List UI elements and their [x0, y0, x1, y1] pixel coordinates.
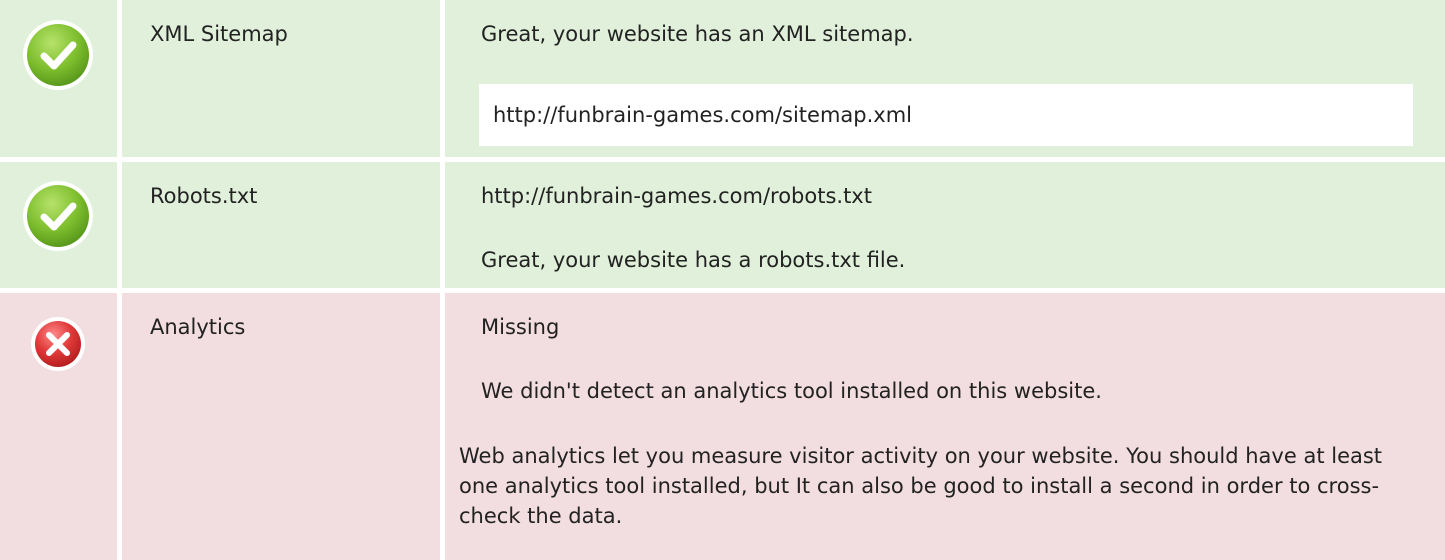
check-name: XML Sitemap: [150, 22, 288, 46]
check-name-cell: XML Sitemap: [122, 0, 440, 157]
status-cell: [0, 162, 117, 288]
check-message: Great, your website has an XML sitemap.: [481, 22, 914, 46]
check-description: Web analytics let you measure visitor ac…: [459, 444, 1383, 528]
check-row-xml-sitemap: XML Sitemap Great, your website has an X…: [0, 0, 1445, 157]
check-detail-cell: http://funbrain-games.com/robots.txt Gre…: [445, 162, 1445, 288]
seo-checklist-table: XML Sitemap Great, your website has an X…: [0, 0, 1445, 560]
check-name: Analytics: [150, 315, 246, 339]
check-message: Great, your website has a robots.txt fil…: [481, 248, 906, 272]
check-row-robots-txt: Robots.txt http://funbrain-games.com/rob…: [0, 162, 1445, 288]
check-name: Robots.txt: [150, 184, 258, 208]
check-circle-icon: [21, 179, 95, 253]
check-detail-cell: Missing We didn't detect an analytics to…: [445, 293, 1445, 560]
check-circle-icon: [21, 18, 95, 92]
status-cell: [0, 293, 117, 560]
check-detail-cell: Great, your website has an XML sitemap. …: [445, 0, 1445, 157]
url-box: http://funbrain-games.com/sitemap.xml: [479, 84, 1413, 146]
sitemap-url[interactable]: http://funbrain-games.com/sitemap.xml: [493, 103, 912, 127]
robots-url[interactable]: http://funbrain-games.com/robots.txt: [481, 184, 872, 208]
check-row-analytics: Analytics Missing We didn't detect an an…: [0, 293, 1445, 560]
x-circle-icon: [30, 316, 86, 372]
status-cell: [0, 0, 117, 157]
check-name-cell: Robots.txt: [122, 162, 440, 288]
status-text: Missing: [481, 315, 560, 339]
check-message: We didn't detect an analytics tool insta…: [481, 379, 1102, 403]
check-name-cell: Analytics: [122, 293, 440, 560]
